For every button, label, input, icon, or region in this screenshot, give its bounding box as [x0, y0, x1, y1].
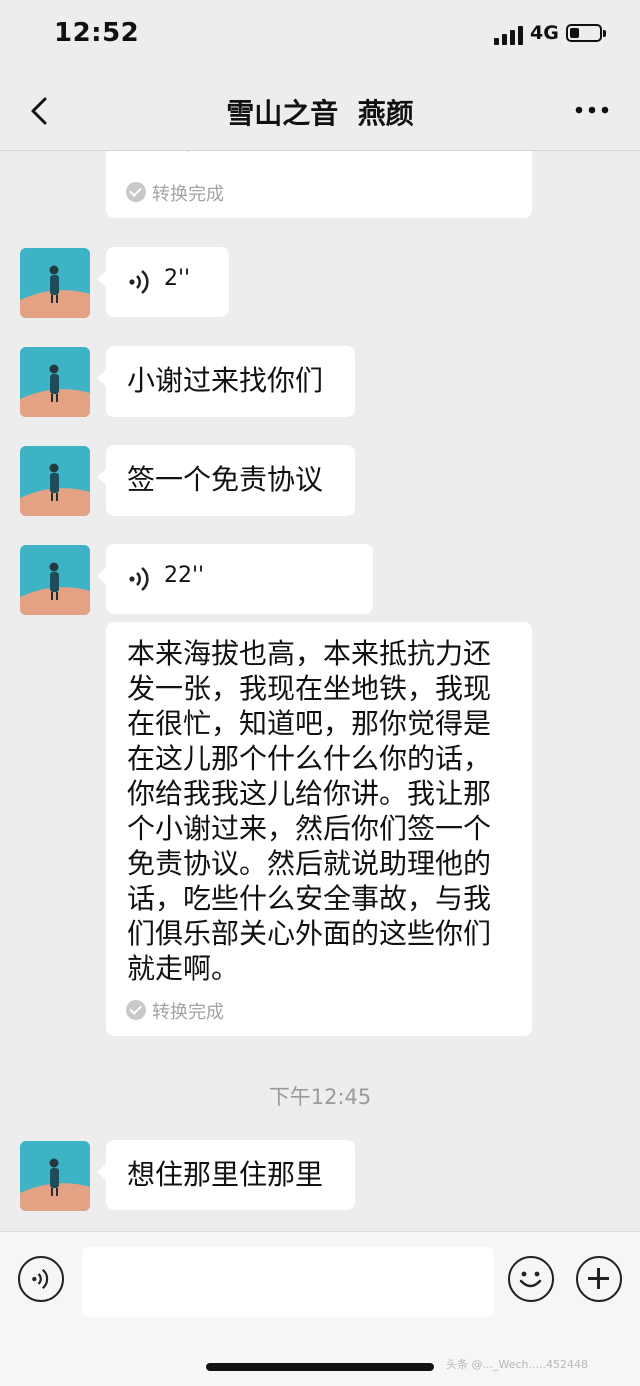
battery-icon	[566, 24, 602, 42]
message-text: 签一个免责协议	[127, 463, 324, 496]
transcript-line: 在这儿那个什么什么你的话，	[127, 742, 492, 775]
avatar[interactable]	[20, 545, 90, 615]
voice-transcript-bubble[interactable]: 本来海拔也高，本来抵抗力还 发一张，我现在坐地铁，我现 在很忙，知道吧，那你觉得…	[106, 622, 532, 1036]
text-message-bubble[interactable]: 小谢过来找你们	[97, 346, 355, 417]
timestamp-divider: 下午12:45	[268, 1085, 372, 1109]
status-bar: 12:52 4G	[0, 0, 640, 70]
transcript-line: 在很忙，知道吧，那你觉得是	[127, 707, 492, 740]
message-input[interactable]	[82, 1247, 494, 1317]
text-message-bubble[interactable]: 想住那里住那里	[97, 1140, 355, 1210]
battery-tip	[603, 30, 606, 37]
voice-message-bubble[interactable]: 22''	[97, 544, 373, 614]
transcript-line: 免责协议。然后就说助理他的	[127, 847, 492, 880]
signal-icon	[494, 25, 524, 45]
transcript-text: 本来海拔也高，本来抵抗力还 发一张，我现在坐地铁，我现 在很忙，知道吧，那你觉得…	[127, 636, 491, 986]
message-text: 想住那里住那里	[127, 1158, 324, 1191]
status-time: 12:52	[54, 18, 140, 48]
transcript-line: 话，吃些什么安全事故，与我	[127, 882, 492, 915]
avatar[interactable]	[20, 248, 90, 318]
transcript-line: 们俱乐部关心外面的这些你们	[127, 917, 492, 950]
transcript-line: 本来海拔也高，本来抵抗力还	[127, 637, 492, 670]
more-functions-button[interactable]	[576, 1256, 622, 1302]
home-indicator[interactable]	[206, 1363, 434, 1371]
transcript-line: 发一张，我现在坐地铁，我现	[127, 672, 492, 705]
transcript-line: 你给我我这儿给你讲。我让那	[127, 777, 492, 810]
watermark: 头条 @..._Wech.....452448	[446, 1358, 588, 1371]
more-options-icon[interactable]	[574, 100, 610, 120]
chat-title: 雪山之音 燕颜	[226, 97, 414, 130]
message-text: 小谢过来找你们	[127, 364, 324, 397]
voice-duration: 2''	[164, 266, 191, 291]
avatar[interactable]	[20, 446, 90, 516]
transcript-text: 我吗，找我麻烦。	[127, 151, 351, 161]
check-icon	[126, 1000, 146, 1020]
transcript-line: 个小谢过来，然后你们签一个	[127, 812, 492, 845]
voice-duration: 22''	[164, 563, 205, 588]
voice-wave-icon	[129, 269, 149, 295]
avatar[interactable]	[20, 347, 90, 417]
voice-wave-icon	[129, 566, 149, 592]
transcript-line: 就走啊。	[127, 952, 240, 985]
voice-message-bubble[interactable]: 2''	[97, 247, 229, 317]
chat-header: 雪山之音 燕颜	[0, 70, 640, 151]
voice-transcript-bubble[interactable]: 我吗，找我麻烦。 转换完成	[106, 151, 532, 218]
voice-wave-icon	[32, 1268, 49, 1290]
voice-input-button[interactable]	[18, 1256, 64, 1302]
text-message-bubble[interactable]: 签一个免责协议	[97, 445, 355, 516]
smiley-icon	[519, 1271, 542, 1288]
network-type: 4G	[530, 22, 559, 44]
avatar[interactable]	[20, 1141, 90, 1211]
check-icon	[126, 182, 146, 202]
emoji-button[interactable]	[508, 1256, 554, 1302]
message-list[interactable]: 我吗，找我麻烦。 转换完成 2''	[0, 151, 640, 1231]
